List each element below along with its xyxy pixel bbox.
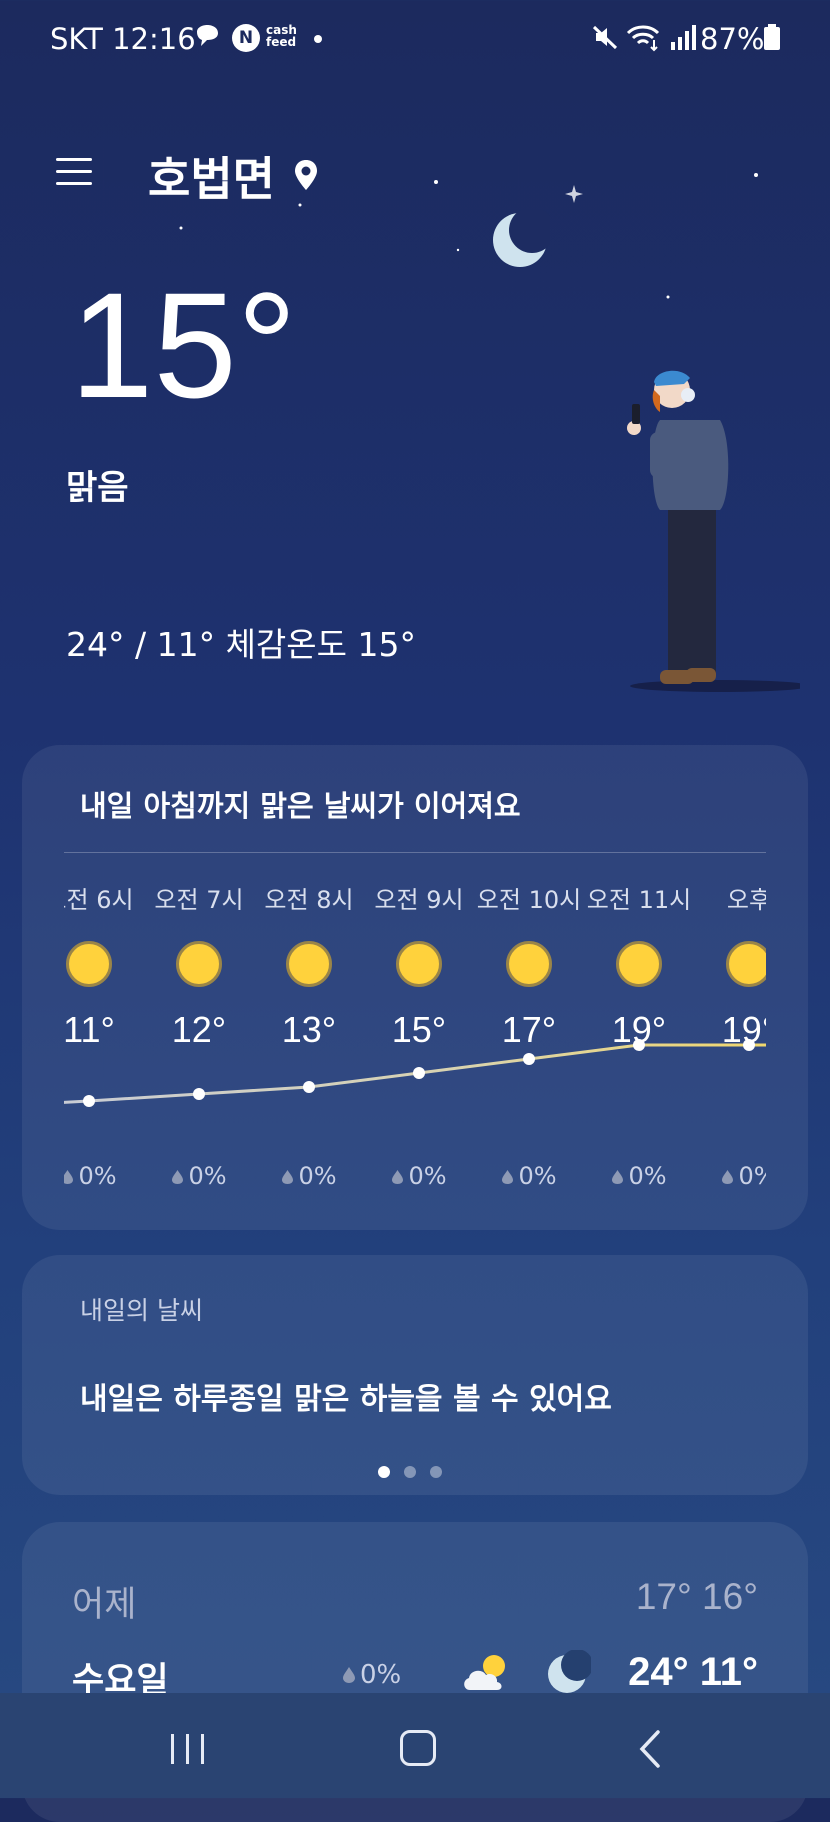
hour-rain-value: 0% xyxy=(518,1162,557,1190)
hour-rain: 0% xyxy=(364,1162,474,1190)
raindrop-icon xyxy=(343,1667,355,1683)
hour-rain-value: 0% xyxy=(628,1162,667,1190)
hourly-item: 오후 19° 0% xyxy=(694,880,766,1190)
day-rain-value: 0% xyxy=(360,1660,402,1690)
temperature-point xyxy=(193,1088,205,1100)
page-dot-1[interactable] xyxy=(378,1466,390,1478)
sun-icon xyxy=(286,941,332,987)
hour-temp: 19° xyxy=(611,1009,667,1050)
raindrop-icon xyxy=(502,1170,514,1184)
raindrop-icon xyxy=(722,1170,734,1184)
hour-rain: 0% xyxy=(254,1162,364,1190)
hourly-item: 오전 6시 11° 0% xyxy=(64,880,144,1190)
temperature-point xyxy=(413,1067,425,1079)
hourly-scroll[interactable]: 오전 6시 11° 0% 오전 7시 12° 0% 오전 8시 13° 0% 오전 9시 15° 0%… xyxy=(64,880,766,1200)
hour-temp: 19° xyxy=(721,1009,766,1050)
hour-label: 오전 11시 xyxy=(586,886,692,914)
current-condition: 맑음 xyxy=(66,468,129,508)
sun-icon xyxy=(506,941,552,987)
hour-temp: 17° xyxy=(501,1009,557,1050)
hourly-card-title: 내일 아침까지 맑은 날씨가 이어져요 xyxy=(80,789,521,823)
person-illustration xyxy=(627,370,800,692)
hour-rain: 0% xyxy=(584,1162,694,1190)
sun-icon xyxy=(396,941,442,987)
sun-icon xyxy=(176,941,222,987)
raindrop-icon xyxy=(64,1170,74,1184)
yesterday-temps: 17° 16° xyxy=(635,1576,758,1617)
hourly-item: 오전 9시 15° 0% xyxy=(364,880,474,1190)
sun-icon xyxy=(66,941,112,987)
moon-icon xyxy=(493,210,550,267)
divider xyxy=(64,852,766,853)
page-indicator[interactable] xyxy=(378,1466,458,1480)
hour-temp: 15° xyxy=(391,1009,447,1050)
hour-rain-value: 0% xyxy=(738,1162,766,1190)
hour-rain-value: 0% xyxy=(298,1162,337,1190)
raindrop-icon xyxy=(172,1170,184,1184)
hour-label: 오전 10시 xyxy=(476,886,582,914)
tomorrow-card-subtitle: 내일의 날씨 xyxy=(80,1296,203,1325)
day-temps: 24° 11° xyxy=(628,1650,758,1694)
raindrop-icon xyxy=(612,1170,624,1184)
tomorrow-card-text: 내일은 하루종일 맑은 하늘을 볼 수 있어요 xyxy=(80,1382,612,1417)
hourly-item: 오전 11시 19° 0% xyxy=(584,880,694,1190)
hour-label: 오전 6시 xyxy=(64,886,134,914)
moon-night-icon xyxy=(548,1650,591,1693)
hourly-item: 오전 7시 12° 0% xyxy=(144,880,254,1190)
hi-lo-feels-like: 24° / 11° 체감온도 15° xyxy=(66,625,416,664)
hour-rain: 0% xyxy=(144,1162,254,1190)
hour-rain-value: 0% xyxy=(188,1162,227,1190)
temperature-point xyxy=(83,1095,95,1107)
hour-rain-value: 0% xyxy=(78,1162,117,1190)
recent-apps-icon[interactable] xyxy=(168,1732,208,1766)
sun-icon xyxy=(726,941,766,987)
yesterday-label: 어제 xyxy=(72,1585,137,1625)
hour-temp: 13° xyxy=(281,1009,337,1050)
hour-rain: 0% xyxy=(474,1162,584,1190)
hourly-item: 오전 8시 13° 0% xyxy=(254,880,364,1190)
hour-label: 오전 9시 xyxy=(374,886,464,914)
hour-temp: 11° xyxy=(64,1009,115,1050)
current-temperature: 15° xyxy=(70,261,297,429)
temperature-point xyxy=(303,1081,315,1093)
hour-label: 오전 8시 xyxy=(264,886,354,914)
hour-rain: 0% xyxy=(694,1162,766,1190)
home-icon[interactable] xyxy=(400,1730,436,1766)
hourly-item: 오전 10시 17° 0% xyxy=(474,880,584,1190)
hour-temp: 12° xyxy=(171,1009,227,1050)
partly-cloudy-icon xyxy=(464,1655,505,1690)
hour-label: 오후 xyxy=(726,886,766,914)
back-icon[interactable] xyxy=(636,1728,666,1770)
raindrop-icon xyxy=(282,1170,294,1184)
hour-rain-value: 0% xyxy=(408,1162,447,1190)
sun-icon xyxy=(616,941,662,987)
page-dot-3[interactable] xyxy=(430,1466,442,1478)
raindrop-icon xyxy=(392,1170,404,1184)
day-rain-chance: 0% xyxy=(342,1660,401,1690)
hour-label: 오전 7시 xyxy=(154,886,244,914)
hour-rain: 0% xyxy=(64,1162,144,1190)
temperature-point xyxy=(523,1053,535,1065)
page-dot-2[interactable] xyxy=(404,1466,416,1478)
